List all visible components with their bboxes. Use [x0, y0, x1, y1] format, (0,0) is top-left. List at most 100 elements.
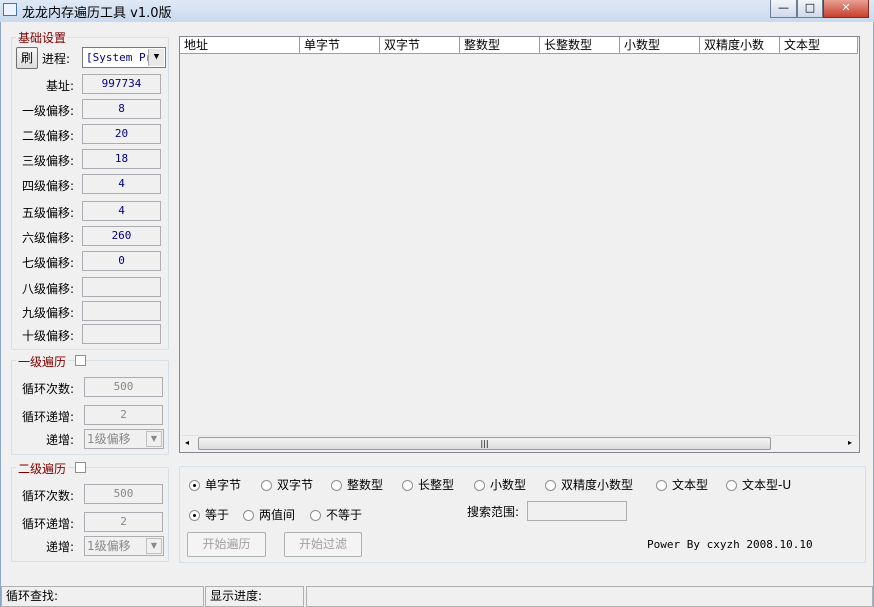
column-header[interactable]: 双精度小数	[700, 37, 780, 54]
column-header[interactable]: 长整数型	[540, 37, 620, 54]
type-radio[interactable]: 双精度小数型	[545, 476, 633, 493]
offset-input[interactable]: 260	[82, 226, 161, 246]
type-radio-label: 长整型	[418, 478, 455, 492]
start-traverse-button[interactable]: 开始遍历	[187, 532, 266, 557]
column-header[interactable]: 双字节	[380, 37, 460, 54]
loop-step-input[interactable]: 2	[84, 405, 163, 425]
increment-select[interactable]: 1级偏移 ▼	[84, 536, 164, 556]
type-radio-label: 单字节	[205, 478, 242, 492]
increment-value: 1级偏移	[87, 539, 131, 553]
radio-icon[interactable]	[189, 510, 200, 521]
chevron-down-icon[interactable]: ▼	[146, 538, 162, 554]
credit-text: Power By cxyzh 2008.10.10	[647, 538, 813, 551]
compare-radio-label: 不等于	[326, 508, 363, 522]
scrollbar-thumb[interactable]: |||	[198, 437, 771, 450]
offset-label: 四级偏移:	[21, 179, 74, 193]
offset-input[interactable]: 18	[82, 149, 161, 169]
offset-label: 九级偏移:	[21, 306, 74, 320]
offset-input[interactable]	[82, 324, 161, 344]
type-radio[interactable]: 单字节	[189, 476, 241, 493]
loop-step-label: 循环递增:	[21, 410, 74, 424]
radio-icon[interactable]	[726, 480, 737, 491]
radio-icon[interactable]	[310, 510, 321, 521]
column-header[interactable]: 小数型	[620, 37, 700, 54]
offset-input[interactable]: 0	[82, 251, 161, 271]
start-filter-button[interactable]: 开始过滤	[284, 532, 362, 557]
radio-icon[interactable]	[331, 480, 342, 491]
type-radio[interactable]: 文本型	[656, 476, 708, 493]
chevron-down-icon[interactable]: ▼	[148, 49, 164, 66]
compare-radio[interactable]: 不等于	[310, 506, 362, 523]
offset-label: 一级偏移:	[21, 104, 74, 118]
status-extra	[306, 586, 873, 607]
offset-input[interactable]	[82, 301, 161, 321]
column-header[interactable]: 文本型	[780, 37, 858, 54]
column-header[interactable]: 单字节	[300, 37, 380, 54]
radio-icon[interactable]	[402, 480, 413, 491]
type-radio-label: 双字节	[277, 478, 314, 492]
results-list[interactable]: 地址 单字节 双字节 整数型 长整数型 小数型 双精度小数 文本型 ◂ ||| ▸	[179, 36, 860, 453]
type-radio-label: 文本型-U	[742, 478, 792, 492]
offset-label: 五级偏移:	[21, 206, 74, 220]
loop-step-label: 循环递增:	[21, 517, 74, 531]
process-select[interactable]: [System Pr… ▼	[82, 47, 166, 68]
status-progress: 显示进度:	[205, 586, 304, 607]
offset-input[interactable]: 997734	[82, 74, 161, 94]
title-bar: 龙龙内存遍历工具 v1.0版 — □ ✕	[0, 0, 874, 22]
increment-label: 递增:	[45, 540, 74, 554]
type-radio[interactable]: 小数型	[474, 476, 526, 493]
offset-input[interactable]: 8	[82, 99, 161, 119]
offset-label: 基址:	[45, 79, 74, 93]
loop-count-input[interactable]: 500	[84, 377, 163, 397]
refresh-button[interactable]: 刷	[16, 47, 38, 69]
offset-input[interactable]: 20	[82, 124, 161, 144]
type-radio[interactable]: 整数型	[331, 476, 383, 493]
increment-select[interactable]: 1级偏移 ▼	[84, 429, 164, 449]
type-radio-label: 文本型	[672, 478, 709, 492]
column-header[interactable]: 地址	[180, 37, 300, 54]
type-radio[interactable]: 长整型	[402, 476, 454, 493]
compare-radio[interactable]: 等于	[189, 506, 229, 523]
loop2-label: 二级遍历	[16, 460, 69, 477]
offset-label: 七级偏移:	[21, 256, 74, 270]
type-radio[interactable]: 文本型-U	[726, 476, 791, 493]
offset-input[interactable]	[82, 277, 161, 297]
radio-icon[interactable]	[243, 510, 254, 521]
chevron-down-icon[interactable]: ▼	[146, 431, 162, 447]
loop-count-label: 循环次数:	[21, 382, 74, 396]
increment-label: 递增:	[45, 433, 74, 447]
basic-settings-label: 基础设置	[16, 29, 69, 46]
radio-icon[interactable]	[189, 480, 200, 491]
offset-input[interactable]: 4	[82, 174, 161, 194]
app-icon	[3, 3, 17, 16]
column-header[interactable]: 整数型	[460, 37, 540, 54]
scroll-right-icon[interactable]: ▸	[848, 438, 852, 447]
radio-icon[interactable]	[545, 480, 556, 491]
radio-icon[interactable]	[474, 480, 485, 491]
scroll-left-icon[interactable]: ◂	[185, 438, 189, 447]
type-radio[interactable]: 双字节	[261, 476, 313, 493]
type-radio-label: 小数型	[490, 478, 527, 492]
increment-value: 1级偏移	[87, 432, 131, 446]
radio-icon[interactable]	[261, 480, 272, 491]
loop-count-input[interactable]: 500	[84, 484, 163, 504]
offset-label: 十级偏移:	[21, 329, 74, 343]
radio-icon[interactable]	[656, 480, 667, 491]
minimize-button[interactable]: —	[770, 0, 797, 18]
search-range-input[interactable]	[527, 501, 627, 521]
type-radio-label: 双精度小数型	[561, 478, 634, 492]
offset-input[interactable]: 4	[82, 201, 161, 221]
maximize-button[interactable]: □	[797, 0, 823, 18]
horizontal-scrollbar[interactable]: ◂ ||| ▸	[181, 435, 858, 451]
offset-label: 八级偏移:	[21, 282, 74, 296]
offset-label: 六级偏移:	[21, 231, 74, 245]
compare-radio[interactable]: 两值间	[243, 506, 295, 523]
window-title: 龙龙内存遍历工具 v1.0版	[22, 6, 172, 21]
type-radio-label: 整数型	[347, 478, 384, 492]
search-range-label: 搜索范围:	[467, 505, 520, 519]
close-button[interactable]: ✕	[823, 0, 869, 18]
loop2-checkbox[interactable]	[75, 462, 86, 473]
loop1-checkbox[interactable]	[75, 355, 86, 366]
loop-count-label: 循环次数:	[21, 489, 74, 503]
loop-step-input[interactable]: 2	[84, 512, 163, 532]
